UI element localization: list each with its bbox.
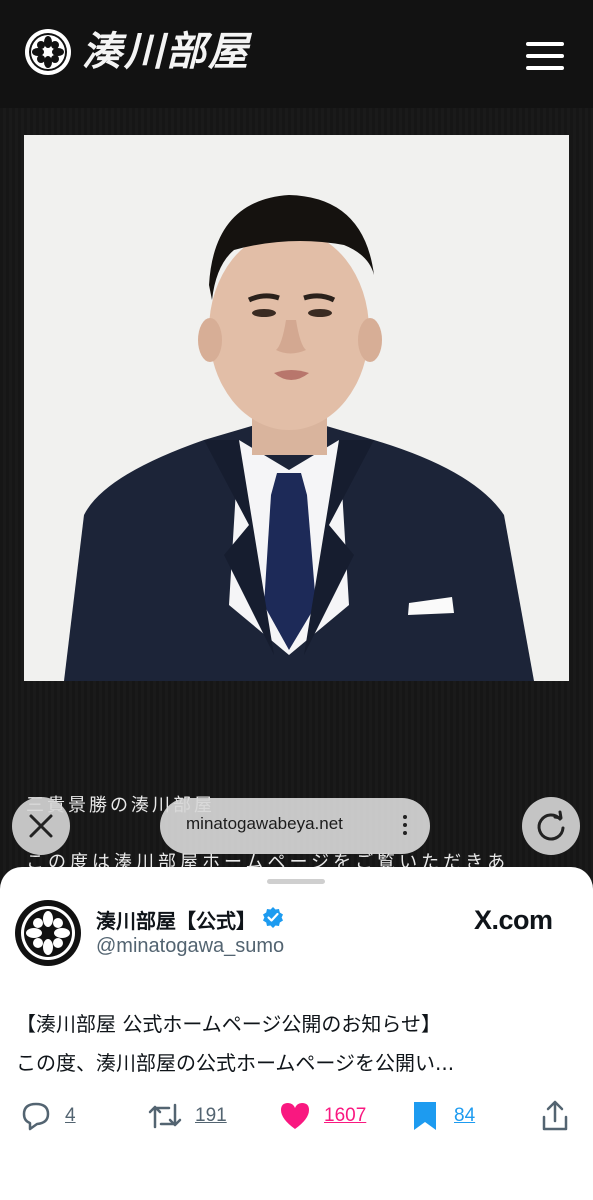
main-content: 三貴景勝の湊川部屋 この度は湊川部屋ホームページをご覧いただきあ: [0, 108, 593, 908]
retweet-icon: [148, 1103, 182, 1129]
reply-button[interactable]: 4: [19, 1099, 81, 1133]
retweet-count: 191: [195, 1105, 227, 1126]
account-avatar[interactable]: [14, 899, 82, 967]
like-count: 1607: [324, 1105, 367, 1126]
bookmark-icon: [414, 1102, 436, 1130]
share-icon: [542, 1100, 568, 1131]
close-button[interactable]: [12, 797, 70, 855]
share-button[interactable]: [540, 1099, 570, 1133]
reply-icon: [22, 1102, 50, 1131]
close-icon: [29, 814, 53, 838]
like-button[interactable]: 1607: [278, 1099, 382, 1133]
tweet-text-line-2: この度、湊川部屋の公式ホームページを公開い...: [16, 1051, 455, 1075]
tweet-text-line-1: 【湊川部屋 公式ホームページ公開のお知らせ】: [16, 1012, 441, 1036]
x-com-logo[interactable]: X.com: [474, 905, 553, 936]
account-handle[interactable]: @minatogawa_sumo: [96, 935, 284, 958]
menu-icon[interactable]: [526, 42, 564, 70]
bookmark-count: 84: [454, 1105, 476, 1126]
wrestler-portrait-photo: [24, 135, 569, 681]
sheet-grabber[interactable]: [267, 879, 325, 884]
more-options-icon[interactable]: [402, 815, 408, 837]
display-name[interactable]: 湊川部屋【公式】: [96, 905, 256, 934]
reload-icon: [537, 810, 565, 841]
url-bar[interactable]: minatogawabeya.net: [160, 798, 430, 854]
bookmark-button[interactable]: 84: [410, 1099, 488, 1133]
reload-button[interactable]: [522, 797, 580, 855]
site-header: 湊川部屋: [0, 0, 593, 108]
verified-badge-icon: [263, 907, 283, 928]
family-crest-logo[interactable]: [24, 28, 72, 76]
tweet-card-sheet[interactable]: 湊川部屋【公式】 @minatogawa_sumo X.com 【湊川部屋 公式…: [0, 867, 593, 1200]
site-name[interactable]: 湊川部屋: [82, 24, 250, 80]
url-text: minatogawabeya.net: [186, 814, 343, 833]
retweet-button[interactable]: 191: [147, 1099, 233, 1133]
reply-count: 4: [65, 1105, 76, 1126]
heart-icon: [281, 1103, 309, 1129]
